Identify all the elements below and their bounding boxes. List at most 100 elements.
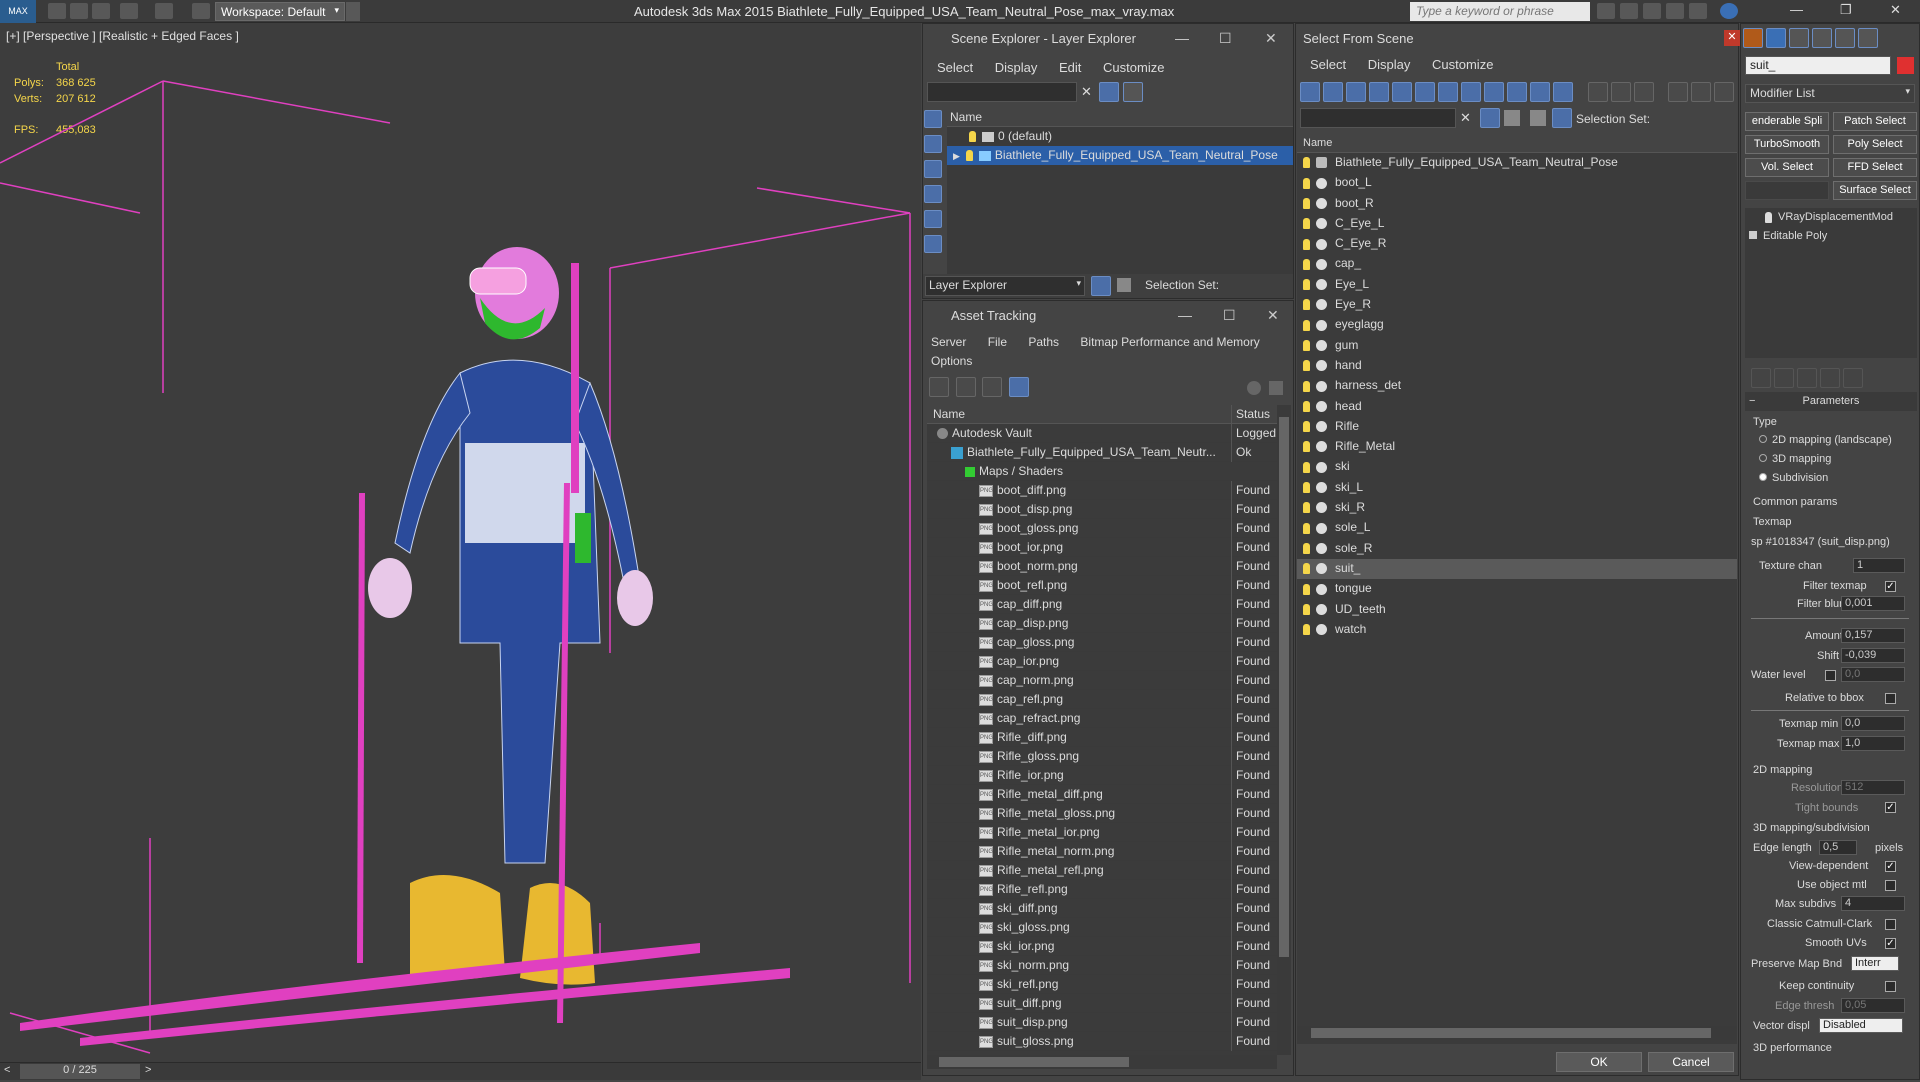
workspace-menu-icon[interactable] [346,2,360,21]
freeze-sphere-icon[interactable] [1316,279,1327,291]
visibility-bulb-icon[interactable] [1303,197,1310,209]
menu-edit[interactable]: Edit [1059,60,1081,75]
project-folder-icon[interactable] [192,3,210,19]
perspective-viewport[interactable]: [+] [Perspective ] [Realistic + Edged Fa… [0,23,921,1062]
find-field[interactable] [1300,108,1456,128]
new-file-icon[interactable] [48,3,66,19]
asset-row[interactable]: PNG boot_diff.png Found [927,481,1277,500]
asset-row[interactable]: PNG cap_gloss.png Found [927,633,1277,652]
sidebar-warps-icon[interactable] [924,235,942,253]
restore-window-icon[interactable]: ❐ [1840,2,1852,18]
filter-helpers-icon[interactable] [1392,82,1412,102]
modifier-list-dropdown[interactable]: Modifier List ▾ [1745,84,1915,103]
visibility-bulb-icon[interactable] [1303,563,1310,575]
scene-object-row[interactable]: Eye_R [1297,295,1737,315]
menu-display[interactable]: Display [995,60,1038,75]
filter-icon[interactable] [1099,82,1119,102]
filter-lights-icon[interactable] [1346,82,1366,102]
scene-object-row[interactable]: Biathlete_Fully_Equipped_USA_Team_Neutra… [1297,153,1737,173]
freeze-sphere-icon[interactable] [1316,218,1327,230]
menu-select[interactable]: Select [1310,57,1346,72]
freeze-sphere-icon[interactable] [1316,583,1327,595]
layer-row[interactable]: ▶ Biathlete_Fully_Equipped_USA_Team_Neutr… [947,146,1293,165]
type-3d-radio[interactable]: 3D mapping [1759,453,1831,465]
texmap-min-spinner[interactable]: 0,0 [1841,716,1905,731]
scene-object-row[interactable]: watch [1297,620,1737,640]
asset-row[interactable]: PNG cap_disp.png Found [927,614,1277,633]
col-header-status[interactable]: Status [1231,405,1270,424]
view-dependent-checkbox[interactable]: ✓ [1885,861,1896,872]
asset-row[interactable]: Biathlete_Fully_Equipped_USA_Team_Neutr.… [927,443,1277,462]
visibility-bulb-icon[interactable] [1303,360,1310,372]
vector-displ-dropdown[interactable]: Disabled [1819,1018,1903,1033]
resolution-spinner[interactable]: 512 [1841,780,1905,795]
scene-object-row[interactable]: head [1297,397,1737,417]
select-invert-icon[interactable] [1633,82,1654,102]
filter-groups-icon[interactable] [1438,82,1458,102]
water-level-checkbox[interactable] [1825,670,1836,681]
freeze-sphere-icon[interactable] [1316,238,1327,250]
freeze-sphere-icon[interactable] [1316,177,1327,189]
scene-object-row[interactable]: C_Eye_L [1297,214,1737,234]
asset-row[interactable]: PNG Rifle_refl.png Found [927,880,1277,899]
select-all-icon[interactable] [1587,82,1608,102]
filter-frozen-icon[interactable] [1530,82,1550,102]
stack-item[interactable]: Editable Poly [1745,227,1917,246]
sidebar-shapes-icon[interactable] [924,135,942,153]
freeze-sphere-icon[interactable] [1316,502,1327,514]
asset-row[interactable]: PNG suit_diff.png Found [927,994,1277,1013]
next-frame-icon[interactable]: > [145,1064,151,1076]
visibility-bulb-icon[interactable] [1303,258,1310,270]
clear-find-icon[interactable]: ✕ [1081,84,1092,100]
col-header-name[interactable]: Name [927,407,965,421]
minimize-icon[interactable]: — [1178,307,1192,323]
table-view-icon[interactable] [1008,377,1029,397]
freeze-sphere-icon[interactable] [1316,319,1327,331]
visibility-bulb-icon[interactable] [1303,299,1310,311]
visibility-bulb-icon[interactable] [1303,279,1310,291]
asset-row[interactable]: PNG Rifle_gloss.png Found [927,747,1277,766]
scene-object-row[interactable]: UD_teeth [1297,600,1737,620]
asset-row[interactable]: Autodesk Vault Logged [927,424,1277,443]
col-header-name[interactable]: Name [947,108,1293,127]
object-name-field[interactable]: suit_ [1745,56,1891,75]
asset-row[interactable]: PNG Rifle_metal_norm.png Found [927,842,1277,861]
asset-row[interactable]: PNG cap_diff.png Found [927,595,1277,614]
preserve-map-dropdown[interactable]: Interr [1851,956,1899,971]
layers-icon[interactable] [1504,110,1520,126]
filter-cameras-icon[interactable] [1369,82,1389,102]
scene-object-row[interactable]: ski [1297,457,1737,477]
texmap-max-spinner[interactable]: 1,0 [1841,736,1905,751]
asset-row[interactable]: PNG cap_ior.png Found [927,652,1277,671]
scene-object-row[interactable]: boot_L [1297,173,1737,193]
asset-row[interactable]: PNG cap_refract.png Found [927,709,1277,728]
modify-tab-icon[interactable] [1766,28,1786,48]
menu-customize[interactable]: Customize [1103,60,1164,75]
maximize-icon[interactable]: ☐ [1223,307,1236,324]
asset-row[interactable]: PNG Rifle_metal_ior.png Found [927,823,1277,842]
visibility-bulb-icon[interactable] [1303,380,1310,392]
prev-frame-icon[interactable]: < [4,1064,10,1076]
minimize-window-icon[interactable]: — [1790,2,1803,17]
asset-row[interactable]: PNG boot_norm.png Found [927,557,1277,576]
freeze-sphere-icon[interactable] [1316,421,1327,433]
freeze-sphere-icon[interactable] [1316,461,1327,473]
scene-object-row[interactable]: sole_L [1297,518,1737,538]
scene-hscrollbar[interactable] [1297,1026,1737,1040]
remove-modifier-icon[interactable] [1820,368,1840,388]
visibility-bulb-icon[interactable] [969,131,976,143]
asset-row[interactable]: PNG ski_ior.png Found [927,937,1277,956]
scene-object-row[interactable]: Eye_L [1297,275,1737,295]
asset-row[interactable]: PNG Rifle_metal_gloss.png Found [927,804,1277,823]
stack-item[interactable]: VRayDisplacementMod [1745,208,1917,227]
freeze-sphere-icon[interactable] [1316,563,1327,575]
menu-select[interactable]: Select [937,60,973,75]
close-icon[interactable]: ✕ [1265,30,1277,47]
sidebar-lights-icon[interactable] [924,160,942,178]
asset-row[interactable]: PNG boot_gloss.png Found [927,519,1277,538]
relative-bbox-checkbox[interactable] [1885,693,1896,704]
make-unique-icon[interactable] [1797,368,1817,388]
filter-spacewarps-icon[interactable] [1415,82,1435,102]
tight-bounds-checkbox[interactable]: ✓ [1885,802,1896,813]
asset-row[interactable]: PNG ski_refl.png Found [927,975,1277,994]
